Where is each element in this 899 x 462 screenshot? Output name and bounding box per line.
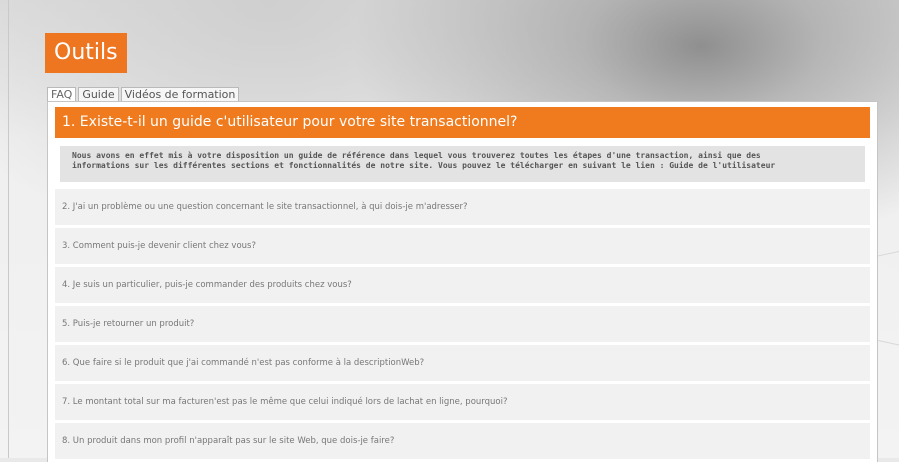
faq-answer-1: Nous avons en effet mis à votre disposit… [60, 146, 865, 182]
faq-question-7[interactable]: 7. Le montant total sur ma facturen'est … [55, 384, 870, 420]
faq-answer-line: Nous avons en effet mis à votre disposit… [72, 151, 761, 160]
faq-question-8[interactable]: 8. Un produit dans mon profil n'apparaît… [55, 423, 870, 459]
tab-faq[interactable]: FAQ [47, 87, 77, 102]
tab-guide[interactable]: Guide [78, 87, 119, 102]
faq-question-1-open[interactable]: 1. Existe-t-il un guide c'utilisateur po… [55, 107, 870, 138]
faq-panel: 1. Existe-t-il un guide c'utilisateur po… [47, 101, 878, 462]
faq-question-4[interactable]: 4. Je suis un particulier, puis-je comma… [55, 267, 870, 303]
tab-training-videos[interactable]: Vidéos de formation [120, 87, 240, 102]
page-title: Outils [45, 33, 127, 73]
faq-question-3[interactable]: 3. Comment puis-je devenir client chez v… [55, 228, 870, 264]
page-left-border [8, 0, 9, 458]
faq-answer-line: informations sur les différentes section… [72, 161, 776, 170]
faq-question-5[interactable]: 5. Puis-je retourner un produit? [55, 306, 870, 342]
faq-question-2[interactable]: 2. J'ai un problème ou une question conc… [55, 189, 870, 225]
faq-question-6[interactable]: 6. Que faire si le produit que j'ai comm… [55, 345, 870, 381]
